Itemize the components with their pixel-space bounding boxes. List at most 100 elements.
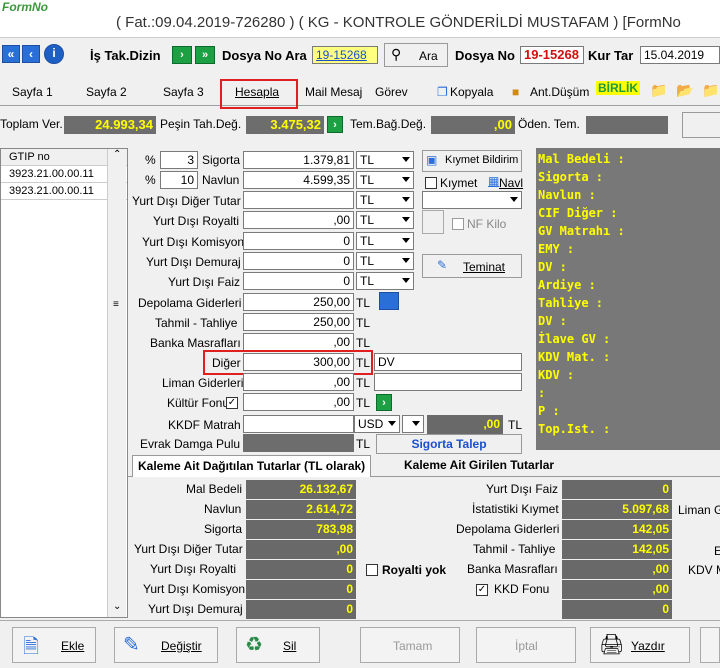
liman-note-input[interactable] bbox=[374, 373, 522, 391]
pen-icon: ✎ bbox=[437, 258, 448, 272]
dosya-no-field[interactable]: 19-15268 bbox=[520, 46, 584, 64]
folder-icon-2[interactable]: 📁 bbox=[702, 82, 719, 99]
copy-icon: ❐ bbox=[437, 85, 448, 99]
tamam-button[interactable]: Tamam bbox=[360, 627, 460, 663]
chevron-down-icon bbox=[402, 238, 410, 243]
tab-ant-dusum[interactable]: Ant.Düşüm bbox=[530, 85, 589, 99]
low-value: 2.614,72 bbox=[246, 500, 356, 519]
blank-button[interactable] bbox=[422, 210, 444, 234]
info-icon[interactable]: i bbox=[44, 44, 64, 64]
kkdf-input[interactable] bbox=[243, 415, 354, 433]
banka-input[interactable]: ,00 bbox=[243, 333, 354, 351]
diger-note-input[interactable]: DV bbox=[374, 353, 522, 371]
yd-komisyon-label: Yurt Dışı Komisyon bbox=[142, 235, 245, 249]
calculator-icon[interactable] bbox=[379, 292, 399, 310]
yd-faiz-currency-select[interactable]: TL bbox=[356, 272, 414, 290]
ekle-button[interactable]: 🗎 Ekle bbox=[12, 627, 96, 663]
yd-royalti-input[interactable]: ,00 bbox=[243, 211, 354, 229]
liman-input[interactable]: ,00 bbox=[243, 373, 354, 391]
yd-demuraj-currency-select[interactable]: TL bbox=[356, 252, 414, 270]
navl-link[interactable]: Navl bbox=[499, 176, 523, 190]
yazdir-button[interactable]: 🖨 Yazdır bbox=[590, 627, 690, 663]
navlun-pct-input[interactable]: 10 bbox=[160, 171, 198, 189]
kiymet-select[interactable] bbox=[422, 191, 522, 209]
kiymet-checkbox[interactable] bbox=[425, 177, 437, 189]
sil-button[interactable]: ♻ Sil bbox=[236, 627, 320, 663]
splitter-icon[interactable]: ≡ bbox=[113, 299, 119, 310]
kultur-checkbox[interactable]: ✓ bbox=[226, 397, 238, 409]
kiymet-bildirim-button[interactable]: ▣ Kıymet Bildirim bbox=[422, 150, 522, 172]
yd-faiz-input[interactable]: 0 bbox=[243, 272, 354, 290]
last-icon[interactable]: » bbox=[195, 46, 215, 64]
kkd-fonu-checkbox[interactable]: ✓ bbox=[476, 584, 488, 596]
kultur-arrow-icon[interactable]: › bbox=[376, 394, 392, 411]
tahmil-input[interactable]: 250,00 bbox=[243, 313, 354, 331]
tab-dagitilan[interactable]: Kaleme Ait Dağıtılan Tutarlar (TL olarak… bbox=[132, 455, 372, 477]
is-tak-dizin-label[interactable]: İş Tak.Dizin bbox=[90, 48, 161, 63]
tab-gorev[interactable]: Görev bbox=[375, 85, 408, 99]
kkdf-type-select[interactable] bbox=[402, 415, 424, 433]
sigorta-pct-input[interactable]: 3 bbox=[160, 151, 198, 169]
summary-button[interactable] bbox=[682, 112, 720, 138]
degistir-label: Değiştir bbox=[161, 639, 202, 653]
kkdf-currency: USD bbox=[358, 417, 384, 431]
low-label: Tahmil - Tahliye bbox=[473, 542, 556, 556]
yd-komisyon-currency-select[interactable]: TL bbox=[356, 232, 414, 250]
folder-up-icon[interactable]: 📂 bbox=[676, 82, 693, 99]
tab-kopyala[interactable]: Kopyala bbox=[450, 85, 493, 99]
kultur-input[interactable]: ,00 bbox=[243, 393, 354, 411]
toplam-ver-value: 24.993,34 bbox=[64, 116, 156, 134]
scroll-down-icon[interactable]: ⌄ bbox=[113, 601, 121, 612]
tab-girilen[interactable]: Kaleme Ait Girilen Tutarlar bbox=[404, 458, 554, 472]
grid-scrollbar[interactable]: ⌃ ≡ ⌄ bbox=[107, 149, 126, 617]
sigorta-input[interactable]: 1.379,81 bbox=[243, 151, 354, 169]
rp-line: İlave GV : bbox=[538, 332, 611, 346]
tab-sayfa-2[interactable]: Sayfa 2 bbox=[86, 85, 127, 99]
navlun-input[interactable]: 4.599,35 bbox=[243, 171, 354, 189]
sigorta-currency-select[interactable]: TL bbox=[356, 151, 414, 169]
dosya-no-ara-input[interactable]: 19-15268 bbox=[312, 46, 378, 64]
pesin-arrow-icon[interactable]: › bbox=[327, 116, 343, 133]
prev-record-icon[interactable]: ‹ bbox=[22, 45, 40, 63]
next-icon[interactable]: › bbox=[172, 46, 192, 64]
extra-button[interactable] bbox=[700, 627, 720, 663]
kkdf-currency-select[interactable]: USD bbox=[354, 415, 400, 433]
oden-tem-label: Öden. Tem. bbox=[518, 117, 580, 131]
yd-faiz-currency: TL bbox=[360, 274, 375, 288]
teminat-button[interactable]: ✎ Teminat bbox=[422, 254, 522, 278]
scroll-up-icon[interactable]: ⌃ bbox=[113, 149, 121, 160]
kur-tar-field[interactable]: 15.04.2019 bbox=[640, 46, 720, 64]
tab-sayfa-1[interactable]: Sayfa 1 bbox=[12, 85, 53, 99]
ara-button[interactable]: ⚲ Ara bbox=[384, 43, 448, 67]
folder-icon[interactable]: 📁 bbox=[650, 82, 667, 99]
yd-komisyon-input[interactable]: 0 bbox=[243, 232, 354, 250]
low-value: 142,05 bbox=[562, 540, 672, 559]
degistir-button[interactable]: ✎ Değiştir bbox=[114, 627, 218, 663]
iptal-label: İptal bbox=[515, 639, 538, 653]
birlik-badge[interactable]: BİRLİK bbox=[596, 81, 640, 95]
sigorta-talep-button[interactable]: Sigorta Talep bbox=[376, 434, 522, 454]
teminat-label: Teminat bbox=[463, 260, 506, 274]
low-value: 0 bbox=[246, 560, 356, 579]
yd-royalti-label: Yurt Dışı Royalti bbox=[153, 214, 240, 228]
yd-diger-input[interactable] bbox=[243, 191, 354, 209]
yd-diger-currency-select[interactable]: TL bbox=[356, 191, 414, 209]
navl-icon[interactable]: ▦ bbox=[488, 174, 499, 188]
tab-mail-mesaj[interactable]: Mail Mesaj bbox=[305, 85, 362, 99]
navlun-currency-select[interactable]: TL bbox=[356, 171, 414, 189]
low-value: 0 bbox=[562, 480, 672, 499]
depolama-input[interactable]: 250,00 bbox=[243, 293, 354, 311]
low-label: Yurt Dışı Komisyon bbox=[143, 582, 246, 596]
low-value: ,00 bbox=[562, 580, 672, 599]
tab-sayfa-3[interactable]: Sayfa 3 bbox=[163, 85, 204, 99]
first-record-icon[interactable]: « bbox=[2, 45, 20, 63]
chevron-down-icon bbox=[402, 217, 410, 222]
yd-demuraj-input[interactable]: 0 bbox=[243, 252, 354, 270]
royalti-yok-checkbox[interactable] bbox=[366, 564, 378, 576]
kultur-label: Kültür Fonu bbox=[167, 396, 230, 410]
tem-bag-label: Tem.Bağ.Değ. bbox=[350, 117, 427, 131]
nf-kilo-checkbox[interactable] bbox=[452, 218, 464, 230]
evrak-value bbox=[243, 434, 354, 452]
iptal-button[interactable]: İptal bbox=[476, 627, 576, 663]
yd-royalti-currency-select[interactable]: TL bbox=[356, 211, 414, 229]
